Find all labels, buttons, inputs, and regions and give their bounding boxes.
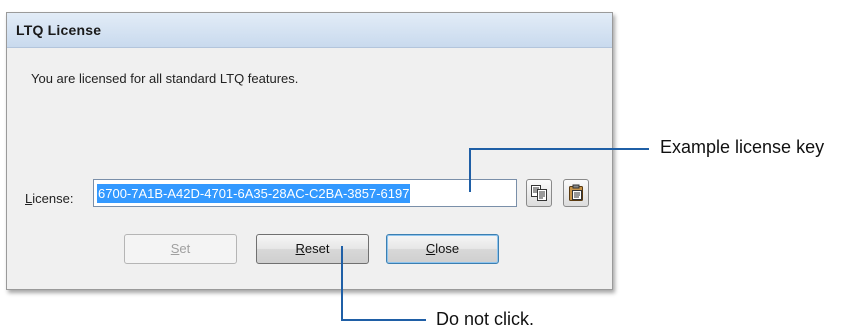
paste-icon — [569, 184, 583, 201]
set-button-label: et — [179, 241, 191, 256]
screenshot-stage: LTQ License You are licensed for all sta… — [0, 0, 862, 334]
dialog-titlebar: LTQ License — [7, 13, 612, 48]
reset-button-label: eset — [304, 241, 330, 256]
license-status-message: You are licensed for all standard LTQ fe… — [31, 71, 299, 86]
reset-callout-vertical-line — [341, 246, 343, 321]
copy-button[interactable] — [526, 179, 552, 207]
reset-callout-text: Do not click. — [436, 309, 535, 329]
copy-icon — [531, 185, 547, 201]
license-label: License: — [25, 191, 73, 206]
reset-button[interactable]: Reset — [256, 234, 369, 264]
license-key-callout-horizontal-line — [469, 148, 649, 150]
license-key-value: 6700-7A1B-A42D-4701-6A35-28AC-C2BA-3857-… — [97, 184, 411, 203]
paste-button[interactable] — [563, 179, 589, 207]
license-label-text: icense: — [32, 191, 74, 206]
close-button-mnemonic: C — [425, 241, 436, 256]
license-key-callout-text: Example license key — [660, 137, 825, 157]
dialog-title: LTQ License — [16, 22, 102, 38]
ltq-license-dialog: LTQ License You are licensed for all sta… — [6, 12, 613, 290]
set-button[interactable]: Set — [124, 234, 237, 264]
reset-callout-horizontal-line — [341, 319, 426, 321]
license-key-callout-vertical-line — [469, 148, 471, 192]
close-button-label: lose — [435, 241, 460, 256]
license-key-input[interactable]: 6700-7A1B-A42D-4701-6A35-28AC-C2BA-3857-… — [93, 179, 517, 207]
close-button[interactable]: Close — [386, 234, 499, 264]
reset-button-mnemonic: R — [295, 241, 305, 256]
